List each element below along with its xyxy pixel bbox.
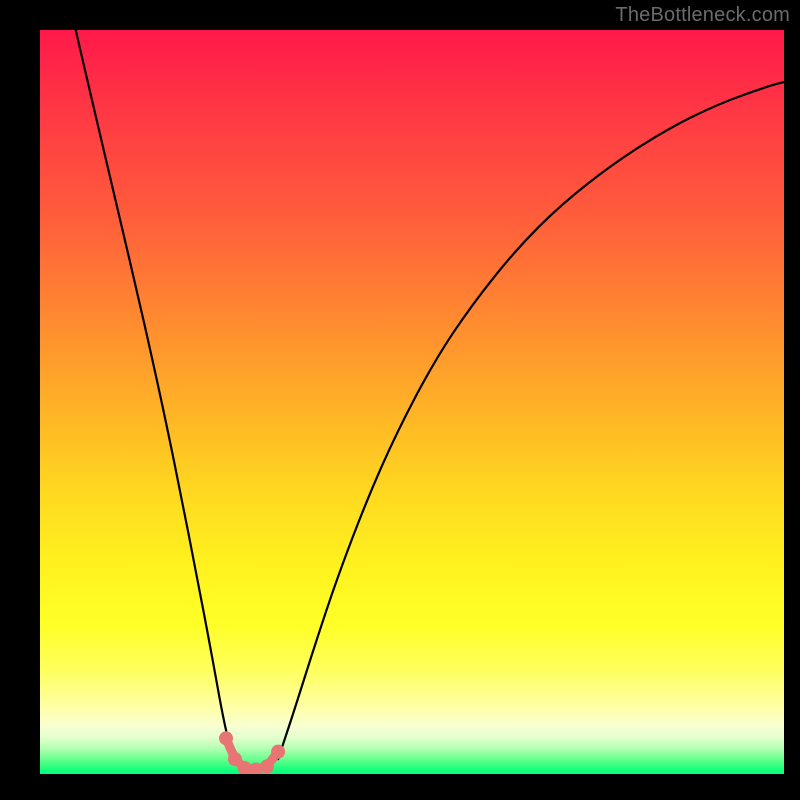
plot-area bbox=[40, 30, 784, 774]
right-ascending-curve bbox=[278, 82, 784, 759]
marker-dot bbox=[271, 745, 285, 759]
curve-svg bbox=[40, 30, 784, 774]
marker-dot bbox=[219, 731, 233, 745]
left-descending-curve bbox=[76, 30, 234, 759]
marker-dot bbox=[260, 760, 274, 774]
watermark-text: TheBottleneck.com bbox=[615, 4, 790, 27]
chart-container: TheBottleneck.com bbox=[0, 0, 800, 800]
marker-chain bbox=[219, 731, 285, 774]
